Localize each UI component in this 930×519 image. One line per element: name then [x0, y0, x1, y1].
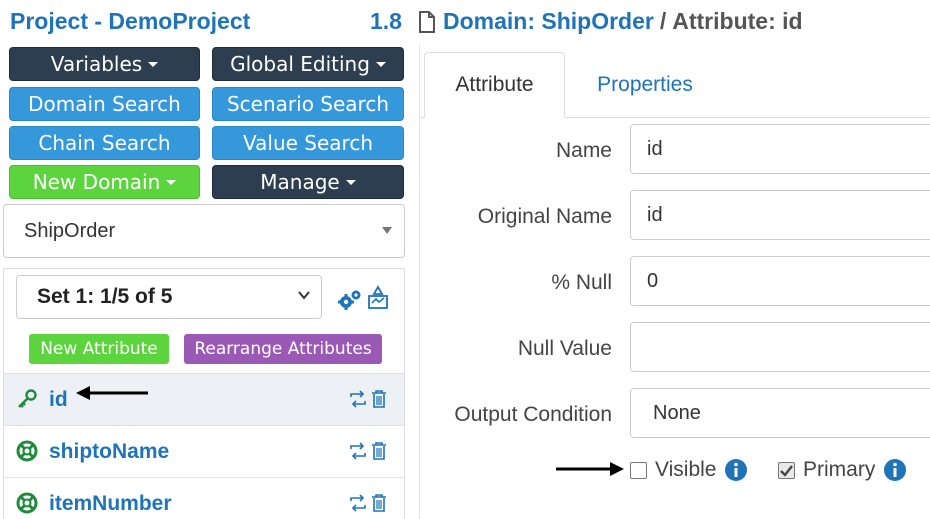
annotation-arrow-left	[76, 386, 148, 400]
chevron-down-icon	[375, 61, 386, 67]
name-label: Name	[555, 139, 612, 162]
set-select-value: Set 1: 1/5 of 5	[37, 285, 173, 308]
chevron-down-icon	[166, 179, 177, 185]
chevron-down-icon	[345, 179, 356, 185]
scenario-search-button[interactable]: Scenario Search	[212, 87, 404, 121]
primary-label: Primary	[803, 458, 876, 481]
manage-button-label: Manage	[260, 170, 340, 194]
new-domain-button-label: New Domain	[32, 170, 161, 194]
set-select[interactable]: Set 1: 1/5 of 5	[16, 275, 322, 319]
null-value-input[interactable]	[630, 322, 930, 372]
new-domain-button[interactable]: New Domain	[9, 165, 200, 199]
percent-null-input-value: 0	[647, 269, 659, 292]
map-marker-icon[interactable]	[366, 285, 390, 311]
chevron-down-icon	[298, 291, 310, 300]
info-icon[interactable]	[724, 458, 748, 482]
rearrange-attributes-button[interactable]: Rearrange Attributes	[184, 334, 382, 364]
attribute-name-link[interactable]: shiptoName	[49, 440, 169, 464]
attribute-name-link[interactable]: id	[49, 388, 68, 412]
original-name-label: Original Name	[477, 205, 612, 228]
exchange-icon[interactable]	[349, 494, 367, 512]
document-icon	[419, 10, 435, 33]
exchange-icon[interactable]	[349, 390, 367, 408]
tab-bar: Attribute Properties	[420, 52, 930, 118]
output-condition-label: Output Condition	[454, 403, 612, 426]
gears-icon[interactable]	[338, 289, 362, 311]
breadcrumb: Domain: ShipOrder / Attribute: id	[418, 8, 803, 35]
lifebuoy-icon	[16, 492, 38, 514]
name-input[interactable]: id	[630, 124, 930, 174]
percent-null-input[interactable]: 0	[630, 256, 930, 306]
attribute-row-shiptoname[interactable]: shiptoName	[4, 425, 404, 477]
visible-checkbox[interactable]	[630, 461, 647, 479]
domain-search-button[interactable]: Domain Search	[9, 87, 200, 121]
left-panel: Variables Global Editing Domain Search S…	[0, 44, 412, 519]
select-caret-icon	[382, 227, 392, 234]
trash-icon[interactable]	[371, 442, 387, 460]
tab-attribute[interactable]: Attribute	[424, 52, 565, 118]
attribute-name-link[interactable]: itemNumber	[49, 492, 172, 516]
attribute-row-id[interactable]: id	[4, 373, 404, 425]
primary-checkbox-group[interactable]: Primary	[778, 458, 907, 482]
version-label: 1.8	[370, 8, 402, 34]
right-panel: Attribute Properties Name id Original Na…	[419, 44, 930, 519]
attribute-row-itemnumber[interactable]: itemNumber	[4, 477, 404, 519]
output-condition-select[interactable]: None	[630, 388, 930, 438]
domain-select-value: ShipOrder	[24, 219, 116, 242]
visible-checkbox-group[interactable]: Visible	[630, 458, 748, 482]
variables-button[interactable]: Variables	[9, 47, 200, 81]
breadcrumb-separator: /	[659, 8, 667, 34]
chevron-down-icon	[148, 61, 159, 67]
breadcrumb-current: Attribute: id	[672, 8, 803, 34]
global-editing-button-label: Global Editing	[230, 52, 370, 76]
row-actions	[349, 390, 387, 408]
primary-checkbox[interactable]	[778, 461, 795, 479]
lifebuoy-icon	[16, 440, 38, 462]
breadcrumb-domain-link[interactable]: Domain: ShipOrder	[443, 8, 654, 35]
visible-label: Visible	[655, 458, 717, 481]
null-value-label: Null Value	[517, 337, 612, 360]
domain-select[interactable]: ShipOrder	[3, 204, 405, 258]
variables-button-label: Variables	[50, 52, 143, 76]
attributes-panel: Set 1: 1/5 of 5 New Attribute Rearrange …	[3, 268, 405, 519]
original-name-input[interactable]: id	[630, 190, 930, 240]
project-title[interactable]: Project - DemoProject	[10, 8, 250, 35]
output-condition-value: None	[653, 401, 701, 424]
annotation-arrow-right	[556, 462, 624, 476]
original-name-input-value: id	[647, 203, 663, 226]
checkmark-icon	[780, 464, 793, 477]
row-actions	[349, 494, 387, 512]
exchange-icon[interactable]	[349, 442, 367, 460]
header-bar: Project - DemoProject 1.8 Domain: ShipOr…	[0, 0, 930, 44]
manage-button[interactable]: Manage	[212, 165, 404, 199]
value-search-button[interactable]: Value Search	[212, 126, 404, 160]
percent-null-label: % Null	[551, 271, 612, 294]
new-attribute-button[interactable]: New Attribute	[29, 334, 169, 364]
tab-properties[interactable]: Properties	[565, 52, 725, 118]
row-actions	[349, 442, 387, 460]
name-input-value: id	[647, 137, 663, 160]
trash-icon[interactable]	[371, 494, 387, 512]
trash-icon[interactable]	[371, 390, 387, 408]
info-icon[interactable]	[883, 458, 907, 482]
key-icon	[18, 389, 37, 408]
chain-search-button[interactable]: Chain Search	[9, 126, 200, 160]
global-editing-button[interactable]: Global Editing	[212, 47, 404, 81]
